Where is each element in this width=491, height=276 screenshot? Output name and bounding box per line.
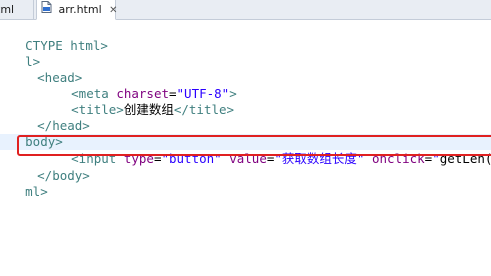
code-editor-window: tml arr.html ✕ CTYPE html> l> <head> [0,0,491,276]
code-line-1: CTYPE html> [0,22,108,53]
code-line-4: <meta charset="UTF-8"> [26,70,237,101]
code-line-10: ml> [0,168,48,199]
code-token: onclick [364,151,425,166]
code-line-8: <input type="button" value="获取数组长度" oncl… [26,135,491,166]
code-token: " [432,151,440,166]
code-token: getLen() [439,151,491,166]
code-line-2: l> [0,38,40,69]
code-token: type [123,151,154,166]
code-line-3: <head> [0,54,82,85]
code-editor-area[interactable]: CTYPE html> l> <head> <meta charset="UTF… [0,20,491,276]
close-icon[interactable]: ✕ [109,1,117,20]
tab-label: tml [0,3,15,16]
code-token: "button" [161,151,222,166]
code-token: 创建数组 [123,102,174,117]
code-line-5: <title>创建数组</title> [26,86,234,117]
code-token: </title> [173,102,235,117]
code-token: "获取数组长度" [274,151,365,166]
editor-tab-bar: tml arr.html ✕ [0,0,491,20]
code-line-7: body> [0,118,63,149]
code-line-9: </body> [0,152,90,183]
code-line-6: </head> [0,102,90,133]
tab-label: arr.html [58,3,102,16]
tab-html-file[interactable]: tml [0,0,34,20]
tab-arr-html[interactable]: arr.html ✕ [36,0,118,20]
code-token: value [221,151,267,166]
html-file-icon [41,0,52,19]
code-token: ml> [25,184,48,199]
